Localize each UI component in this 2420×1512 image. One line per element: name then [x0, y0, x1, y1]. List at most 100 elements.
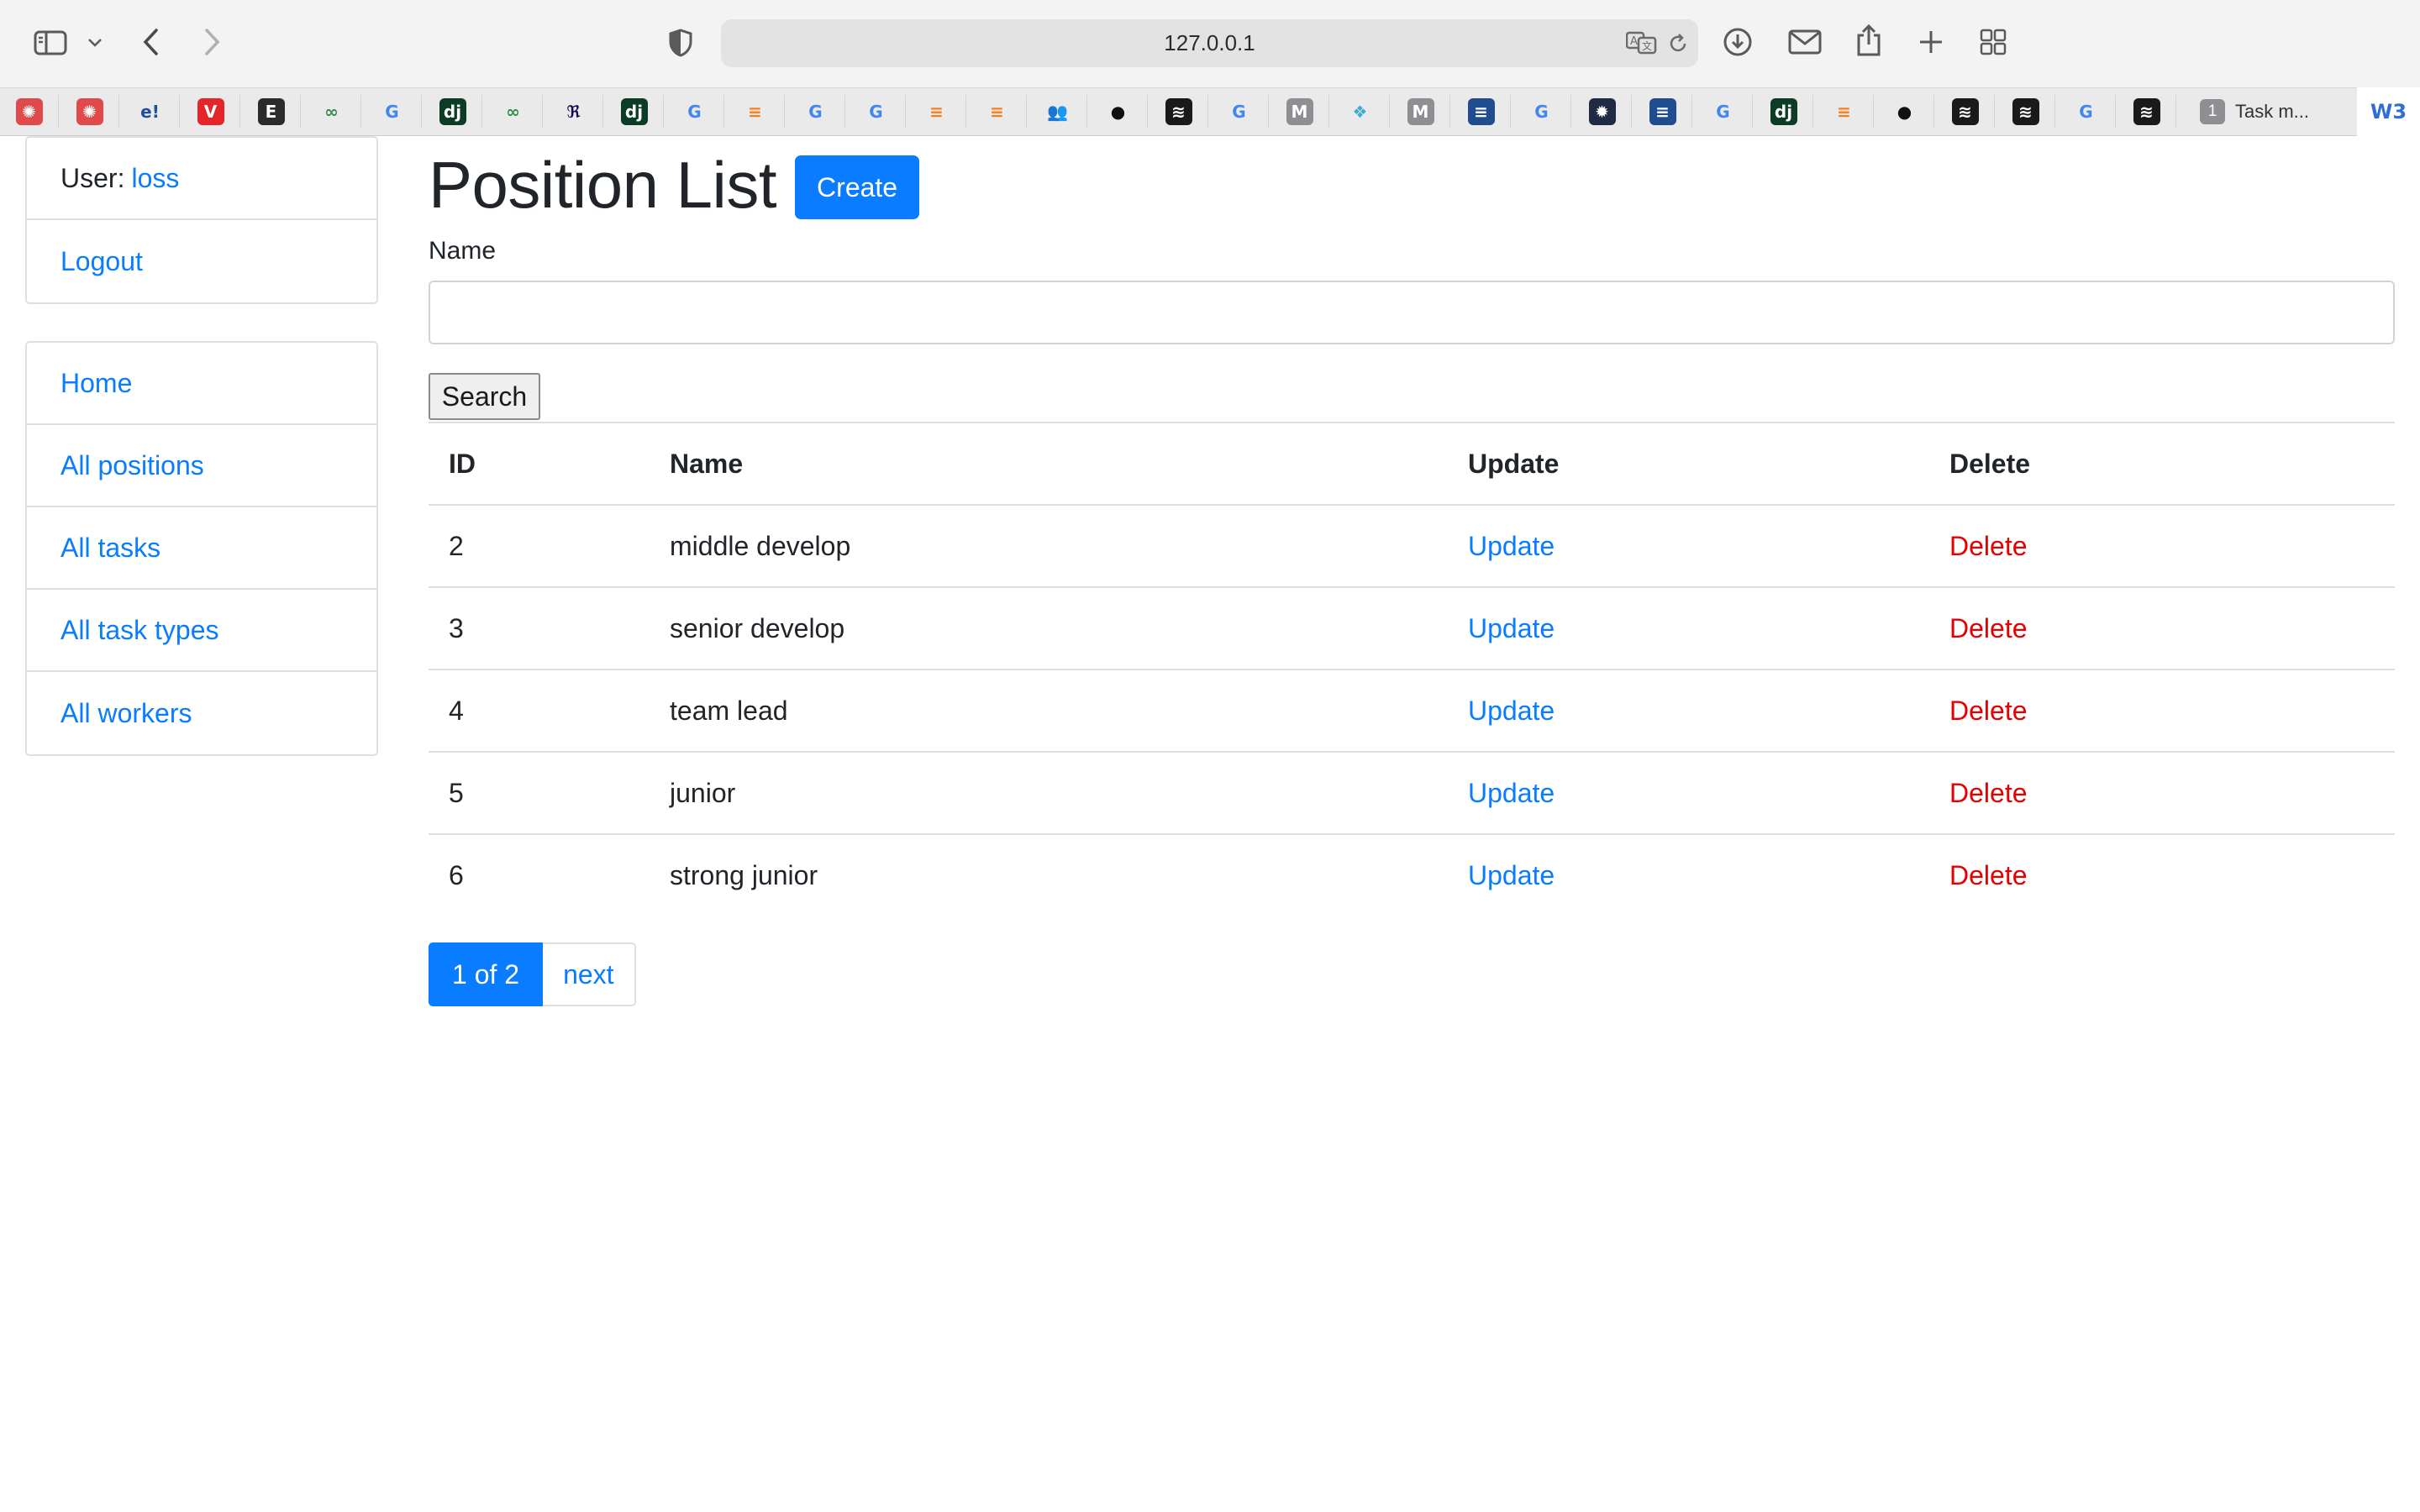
search-button[interactable]: Search: [429, 373, 540, 420]
sidebar-item-task-types[interactable]: All task types: [27, 590, 376, 672]
gear-dark-icon: ✹: [1588, 98, 1616, 125]
favorite-item[interactable]: dj: [605, 95, 664, 129]
favorite-item[interactable]: ∞: [302, 95, 361, 129]
update-link[interactable]: Update: [1468, 613, 1555, 643]
url-text[interactable]: 127.0.0.1: [721, 19, 1698, 67]
favorite-item[interactable]: ≡: [1452, 95, 1511, 129]
favorite-item[interactable]: G: [2057, 95, 2116, 129]
favorite-item[interactable]: ≋: [1996, 95, 2055, 129]
back-arrow-icon[interactable]: [138, 25, 163, 59]
table-row: 2 middle develop Update Delete: [429, 504, 2395, 586]
next-page-link[interactable]: next: [543, 942, 636, 1006]
openai-icon: ✺: [76, 98, 103, 125]
positions-table: ID Name Update Delete 2 middle develop U…: [429, 422, 2395, 916]
sidebar-link-workers[interactable]: All workers: [60, 698, 192, 729]
favorite-item[interactable]: ≡: [726, 95, 785, 129]
update-link[interactable]: Update: [1468, 696, 1555, 726]
logout-link[interactable]: Logout: [60, 246, 143, 277]
google-icon: G: [862, 98, 890, 125]
cell-name: strong junior: [670, 859, 818, 890]
favorite-item[interactable]: ✺: [60, 95, 119, 129]
favorite-item[interactable]: G: [363, 95, 422, 129]
favorite-item[interactable]: ✹: [1573, 95, 1632, 129]
favorite-item[interactable]: G: [847, 95, 906, 129]
favorite-item[interactable]: ∞: [484, 95, 543, 129]
update-link[interactable]: Update: [1468, 778, 1555, 808]
favorite-item[interactable]: ❖: [1331, 95, 1390, 129]
username-link[interactable]: loss: [131, 163, 179, 194]
favorite-item[interactable]: e!: [121, 95, 180, 129]
favorite-item[interactable]: ≋: [1150, 95, 1208, 129]
forward-arrow-icon[interactable]: [200, 25, 225, 59]
favorite-item[interactable]: ≡: [1634, 95, 1692, 129]
black-logo-icon: ≋: [2012, 98, 2039, 125]
sidebar-toggle-icon[interactable]: [32, 27, 69, 59]
sidebar-item-tasks[interactable]: All tasks: [27, 507, 376, 590]
favorite-item[interactable]: ●: [1089, 95, 1148, 129]
new-tab-plus-icon[interactable]: [1916, 27, 1946, 57]
favorite-item[interactable]: M: [1270, 95, 1329, 129]
header-id: ID: [449, 448, 476, 479]
favorite-item[interactable]: E: [242, 95, 301, 129]
github-icon: ●: [1104, 98, 1132, 125]
privacy-shield-icon[interactable]: [666, 27, 696, 59]
create-button[interactable]: Create: [795, 155, 920, 219]
favorite-item[interactable]: ✺: [0, 95, 59, 129]
sidebar-link-tasks[interactable]: All tasks: [60, 533, 160, 564]
chevron-down-icon[interactable]: [84, 34, 106, 52]
sidebar-link-positions[interactable]: All positions: [60, 450, 204, 481]
favorite-item[interactable]: G: [1210, 95, 1269, 129]
table-row: 4 team lead Update Delete: [429, 669, 2395, 751]
favorite-item[interactable]: ≡: [908, 95, 966, 129]
delete-link[interactable]: Delete: [1949, 778, 2028, 808]
favorite-item[interactable]: ≋: [1936, 95, 1995, 129]
favorite-item[interactable]: M: [1392, 95, 1450, 129]
delete-link[interactable]: Delete: [1949, 696, 2028, 726]
translate-icon[interactable]: A文: [1625, 29, 1659, 56]
share-icon[interactable]: [1854, 22, 1884, 59]
favorite-item[interactable]: G: [786, 95, 845, 129]
sidebar-link-home[interactable]: Home: [60, 368, 132, 399]
favorite-item[interactable]: ●: [1876, 95, 1934, 129]
name-field-label: Name: [429, 237, 497, 265]
favorite-item[interactable]: dj: [1754, 95, 1813, 129]
favorite-item[interactable]: ℜ: [544, 95, 603, 129]
favorite-item[interactable]: G: [1512, 95, 1571, 129]
stack-blue-icon: ≡: [1649, 98, 1676, 125]
v-red-icon: V: [197, 98, 224, 125]
google-icon: G: [802, 98, 829, 125]
sidebar-link-task-types[interactable]: All task types: [60, 615, 219, 646]
black-logo-icon: ≋: [1165, 98, 1192, 125]
delete-link[interactable]: Delete: [1949, 613, 2028, 643]
sidebar-item-workers[interactable]: All workers: [27, 672, 376, 754]
logout-item[interactable]: Logout: [27, 220, 376, 302]
tab-task-manager[interactable]: 1 Task m...: [2168, 95, 2357, 129]
favorite-item[interactable]: ≡: [968, 95, 1027, 129]
update-link[interactable]: Update: [1468, 860, 1555, 890]
mail-icon[interactable]: [1786, 27, 1823, 57]
reload-icon[interactable]: [1665, 31, 1691, 56]
downloads-icon[interactable]: [1721, 25, 1754, 59]
google-icon: G: [1225, 98, 1253, 125]
favorite-item[interactable]: 👥: [1028, 95, 1087, 129]
address-bar[interactable]: 127.0.0.1 A文: [721, 19, 1698, 67]
sidebar-item-home[interactable]: Home: [27, 343, 376, 425]
tab-overview-icon[interactable]: [1978, 27, 2008, 57]
tab-w3schools[interactable]: W3: [2357, 87, 2420, 136]
favorite-item[interactable]: V: [182, 95, 240, 129]
favorite-item[interactable]: G: [666, 95, 724, 129]
delete-link[interactable]: Delete: [1949, 860, 2028, 890]
sidebar-item-positions[interactable]: All positions: [27, 425, 376, 507]
table-row: 5 junior Update Delete: [429, 751, 2395, 833]
google-icon: G: [1709, 98, 1737, 125]
pagination: 1 of 2 next: [429, 942, 636, 1006]
delete-link[interactable]: Delete: [1949, 531, 2028, 561]
favorite-item[interactable]: G: [1694, 95, 1753, 129]
cell-name: junior: [670, 777, 736, 808]
favorite-item[interactable]: dj: [424, 95, 482, 129]
update-link[interactable]: Update: [1468, 531, 1555, 561]
openai-icon: ✺: [15, 98, 43, 125]
favorite-item[interactable]: ≡: [1815, 95, 1874, 129]
table-row: 3 senior develop Update Delete: [429, 586, 2395, 669]
name-search-input[interactable]: [429, 281, 2395, 344]
